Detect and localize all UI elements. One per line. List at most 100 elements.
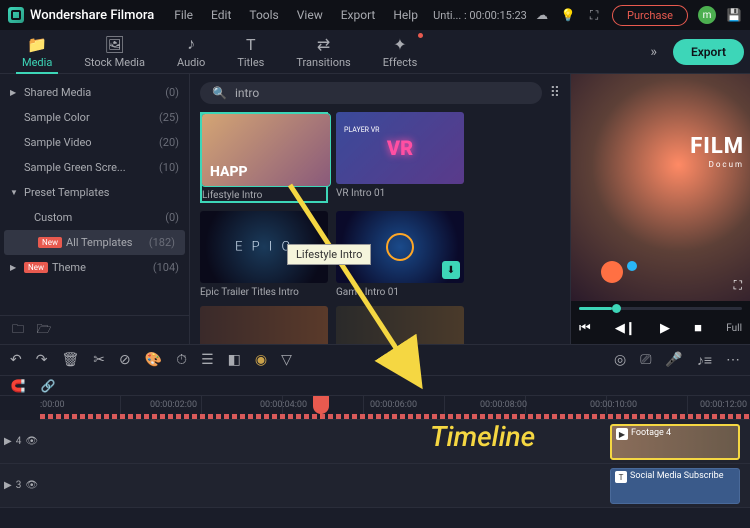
track-body[interactable]: ▶ Footage 4 [40,420,750,463]
redo-icon[interactable]: ↷ [36,352,48,368]
keyframe-icon[interactable]: ◉ [255,352,267,368]
audio-settings-icon[interactable]: ♪≡ [697,352,712,369]
preview-canvas[interactable]: FILM Docum ⛶ [571,74,750,301]
track-header[interactable]: ▶ 4 👁 [0,436,40,447]
mixer-icon[interactable]: ◎ [614,352,626,369]
logo-icon [8,7,24,23]
tab-audio[interactable]: ♪ Audio [161,30,221,73]
play-icon[interactable]: ▶ [660,321,670,336]
sidebar-item-count: (0) [165,86,179,99]
open-folder-icon[interactable]: 🗁 [36,322,52,338]
folder-icon: 📁 [27,35,47,54]
media-thumbnail[interactable]: VR Intro 01 [336,112,464,203]
sidebar-item[interactable]: ▶NewTheme(104) [0,255,189,280]
playhead-handle-icon[interactable] [313,396,329,414]
ribbon: 📁 Media 🖼 Stock Media ♪ Audio T Titles ⇄… [0,30,750,74]
media-thumbnail[interactable] [200,306,328,344]
clip-type-icon: ▶ [616,428,628,440]
sidebar-item[interactable]: ▶Shared Media(0) [0,80,189,105]
titlebar-right: ☁ 💡 ⛶ Purchase m 💾 [534,5,742,26]
drag-tooltip: Lifestyle Intro [287,244,371,265]
download-icon[interactable]: ⬇ [442,261,460,279]
more-tabs-icon[interactable]: » [642,44,665,60]
playhead[interactable]: ✂ [320,396,322,419]
new-folder-icon[interactable]: 🗀 [10,322,26,338]
sidebar-item-count: (20) [159,136,179,149]
visibility-icon[interactable]: 👁 [25,480,38,491]
sidebar-item-label: Sample Green Scre... [24,161,159,174]
search-box[interactable]: 🔍 [200,82,542,104]
thumbnail-image [200,306,328,344]
crop-tool-icon[interactable]: ◧ [228,352,241,368]
tl-more-icon[interactable]: ⋯ [726,352,740,369]
preview-scrubber[interactable] [571,301,750,316]
timeline-ruler[interactable]: :00:0000:00:02:0000:00:04:0000:00:06:000… [40,396,750,420]
sidebar-item[interactable]: ▼Preset Templates [0,180,189,205]
speed-icon[interactable]: ⏱ [176,352,187,368]
menu-help[interactable]: Help [385,4,426,26]
tab-media[interactable]: 📁 Media [6,31,68,73]
thumbnail-label: Epic Trailer Titles Intro [200,287,328,298]
prev-frame-icon[interactable]: ⏮ [579,321,591,336]
preview-panel: FILM Docum ⛶ ⏮ ◀❙ ▶ ■ Full [570,74,750,344]
thumbnail-image [336,306,464,344]
search-input[interactable] [235,86,530,100]
menu-tools[interactable]: Tools [241,4,286,26]
track-body[interactable]: T Social Media Subscribe [40,464,750,507]
transitions-icon: ⇄ [317,35,330,54]
cloud-icon[interactable]: ☁ [534,7,550,23]
tab-stock-media[interactable]: 🖼 Stock Media [68,31,161,73]
workspace: ▶Shared Media(0)Sample Color(25)Sample V… [0,74,750,344]
link-icon[interactable]: 🔗 [40,378,56,394]
sidebar-item[interactable]: Sample Color(25) [0,105,189,130]
delete-icon[interactable]: 🗑 [61,352,79,368]
avatar[interactable]: m [698,6,716,24]
voiceover-icon[interactable]: 🎤 [665,352,682,369]
magnet-icon[interactable]: 🧲 [10,378,26,394]
tips-icon[interactable]: 💡 [560,7,576,23]
sidebar-item[interactable]: NewAll Templates(182) [4,230,185,255]
tag-icon[interactable]: ⊘ [119,352,131,368]
media-thumbnail[interactable] [336,306,464,344]
media-sidebar: ▶Shared Media(0)Sample Color(25)Sample V… [0,74,190,344]
fullscreen-button[interactable]: Full [726,323,742,334]
image-icon: 🖼 [104,35,124,54]
sidebar-item[interactable]: Sample Green Scre...(10) [0,155,189,180]
undo-icon[interactable]: ↶ [10,352,22,368]
menu-file[interactable]: File [166,4,201,26]
adjust-icon[interactable]: ☰ [201,352,214,368]
record-icon[interactable]: ⎚ [640,352,651,369]
visibility-icon[interactable]: 👁 [25,436,38,447]
color-icon[interactable]: 🎨 [145,352,162,368]
tab-effects[interactable]: ✦ Effects [367,31,434,73]
menu-view[interactable]: View [289,4,331,26]
tab-titles[interactable]: T Titles [221,31,280,73]
preview-shape [601,261,623,283]
new-badge: New [24,262,48,273]
sidebar-item[interactable]: Custom(0) [0,205,189,230]
chevron-icon: ▼ [10,188,18,197]
video-clip[interactable]: ▶ Footage 4 [610,424,740,460]
titlebar: Wondershare Filmora File Edit Tools View… [0,0,750,30]
menu-edit[interactable]: Edit [203,4,239,26]
main-menu: File Edit Tools View Export Help [166,4,426,26]
title-clip[interactable]: T Social Media Subscribe [610,468,740,504]
track-header[interactable]: ▶ 3 👁 [0,480,40,491]
save-icon[interactable]: 💾 [726,7,742,23]
cut-icon[interactable]: ✂ [93,352,105,368]
step-back-icon[interactable]: ◀❙ [615,321,636,336]
grid-view-icon[interactable]: ⠿ [550,85,560,101]
sidebar-item-count: (104) [153,261,179,274]
menu-export[interactable]: Export [333,4,384,26]
purchase-button[interactable]: Purchase [612,5,688,26]
sidebar-item-count: (182) [149,236,175,249]
sidebar-item[interactable]: Sample Video(20) [0,130,189,155]
tab-transitions[interactable]: ⇄ Transitions [280,31,366,73]
marker-icon[interactable]: ▽ [281,352,292,368]
export-button[interactable]: Export [673,39,744,65]
ruler-time: 00:00:08:00 [480,400,590,410]
stop-icon[interactable]: ■ [694,320,702,336]
media-thumbnail[interactable]: Lifestyle Intro [200,112,328,203]
expand-icon[interactable]: ⛶ [586,7,602,23]
crop-icon[interactable]: ⛶ [734,278,742,293]
